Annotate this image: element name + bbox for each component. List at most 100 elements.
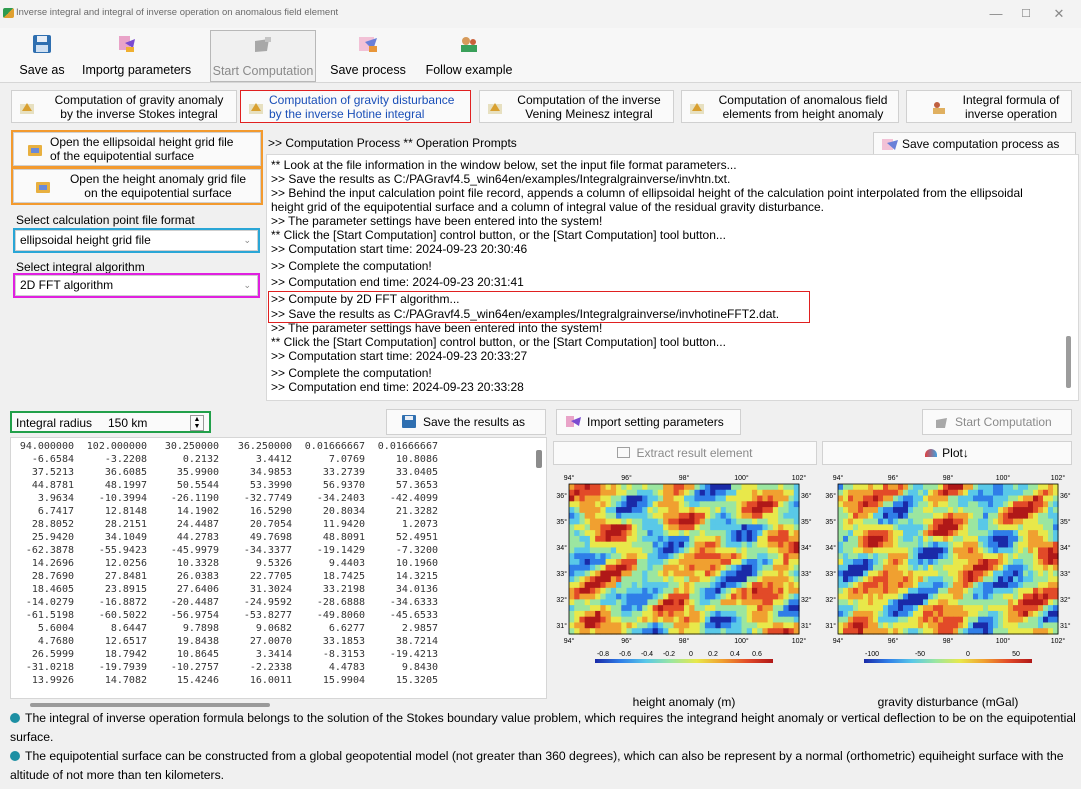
maximize-icon[interactable]: ☐ [1015, 6, 1037, 22]
save-results-button[interactable]: Save the results as [386, 409, 546, 435]
save-computation-process-button[interactable]: Save computation process as [873, 132, 1076, 156]
map-cell [636, 559, 643, 566]
map-cell [584, 512, 591, 520]
map-cell [1033, 582, 1039, 589]
open-height-anomaly-grid-button[interactable]: Open the height anomaly grid file on the… [11, 167, 263, 205]
plot-button[interactable]: Plot↓ [822, 441, 1072, 465]
format-select[interactable]: ellipsoidal height grid file ⌄ [13, 228, 260, 253]
start-computation-toolbar-button[interactable]: Start Computation [210, 30, 316, 82]
map-cell [868, 564, 874, 572]
map-cell [1033, 495, 1039, 502]
map-cell [678, 489, 685, 497]
map-cell [605, 587, 612, 595]
extract-result-button[interactable]: Extract result element [553, 441, 817, 465]
map-cell [838, 582, 844, 589]
map-cell [616, 582, 622, 589]
map-cell [621, 593, 628, 600]
map-cell [673, 593, 680, 600]
save-as-button[interactable]: Save as [12, 30, 72, 80]
map-cell [673, 605, 680, 612]
map-cell [668, 570, 675, 577]
map-cell [772, 501, 779, 508]
map-cell [610, 495, 617, 502]
map-ytick-right: 36° [1060, 492, 1071, 500]
grid-horizontal-scrollbar[interactable] [30, 703, 270, 707]
map-cell [1003, 547, 1009, 554]
map-cell [1048, 535, 1054, 543]
map-cell [928, 484, 934, 491]
map-cell [913, 489, 919, 497]
radius-stepper[interactable]: ▲ ▼ [190, 415, 204, 431]
map-cell [908, 495, 914, 502]
map-cell [762, 570, 769, 577]
map-cell [1013, 501, 1019, 508]
map-cell [788, 484, 795, 491]
computation-log[interactable]: ** Look at the file information in the w… [266, 154, 1079, 401]
map-cell [893, 524, 899, 531]
result-data-grid[interactable]: 94.000000 102.000000 30.250000 36.250000 0.0… [10, 437, 547, 699]
map-cell [998, 553, 1004, 560]
map-cell [853, 507, 859, 514]
integral-formula-button[interactable]: Integral formula of inverse operation [906, 90, 1072, 123]
map-cell [731, 564, 737, 572]
map-cell [868, 501, 874, 508]
inverse-vening-meinesz-button[interactable]: Computation of the inverse Vening Meines… [479, 90, 674, 123]
map-cell [626, 564, 633, 572]
save-process-button[interactable]: Save process [328, 30, 408, 80]
map-cell [673, 512, 680, 520]
start-computation-button[interactable]: Start Computation [922, 409, 1072, 435]
log-scrollbar[interactable] [1066, 336, 1071, 388]
map-cell [928, 535, 934, 543]
map-cell [1013, 616, 1019, 624]
map-cell [1043, 535, 1049, 543]
map-cell [1033, 605, 1039, 612]
map-cell [741, 576, 748, 583]
map-cell [998, 535, 1004, 543]
map-cell [710, 559, 716, 566]
map-cell [663, 610, 669, 618]
follow-example-button[interactable]: Follow example [424, 30, 514, 80]
grid-vertical-scrollbar[interactable] [536, 450, 542, 468]
map-cell [868, 484, 874, 491]
map-cell [923, 535, 929, 543]
anomalous-elements-button[interactable]: Computation of anomalous field elements … [681, 90, 899, 123]
map-cell [595, 541, 601, 549]
map-cell [778, 507, 784, 514]
map-cell [923, 587, 929, 595]
algorithm-select[interactable]: 2D FFT algorithm ⌄ [13, 273, 260, 298]
map-cell [736, 535, 743, 543]
minimize-icon[interactable]: — [985, 6, 1007, 22]
table-row: 37.5213 36.6085 35.9900 34.9853 33.2739 33.04… [11, 467, 531, 480]
map-cell [584, 547, 591, 554]
map-cell [610, 512, 617, 520]
map-cell [725, 535, 732, 543]
map-cell [626, 582, 633, 589]
inverse-stokes-button[interactable]: Computation of gravity anomaly by the in… [11, 90, 237, 123]
import-setting-parameters-button[interactable]: Import setting parameters [556, 409, 741, 435]
map-cell [1038, 530, 1044, 537]
map-cell [741, 599, 748, 606]
map-cell [673, 610, 680, 618]
map-cell [725, 512, 732, 520]
map-cell [938, 530, 944, 537]
table-row: 13.9926 14.7082 15.4246 16.0011 15.9904 15.32… [11, 675, 531, 688]
map-cell [863, 616, 869, 624]
map-cell [1033, 610, 1039, 618]
map-ytick-left: 31° [825, 622, 836, 630]
close-icon[interactable]: ✕ [1048, 6, 1070, 22]
radius-value[interactable]: 150 km [108, 416, 147, 430]
map-cell [958, 484, 964, 491]
open-ellipsoidal-grid-button[interactable]: Open the ellipsoidal height grid file of… [11, 130, 263, 168]
map-cell [938, 524, 944, 531]
import-parameters-button[interactable]: Importg parameters [82, 30, 191, 80]
map-cell [903, 547, 909, 554]
map-cell [1023, 541, 1029, 549]
inverse-hotine-button[interactable]: Computation of gravity disturbance by th… [240, 90, 471, 123]
map-cell [938, 489, 944, 497]
map-cell [933, 593, 939, 600]
map-cell [1018, 564, 1024, 572]
map-cell [574, 484, 581, 491]
map-cell [923, 582, 929, 589]
map-cell [868, 530, 874, 537]
map-cell [1038, 582, 1044, 589]
